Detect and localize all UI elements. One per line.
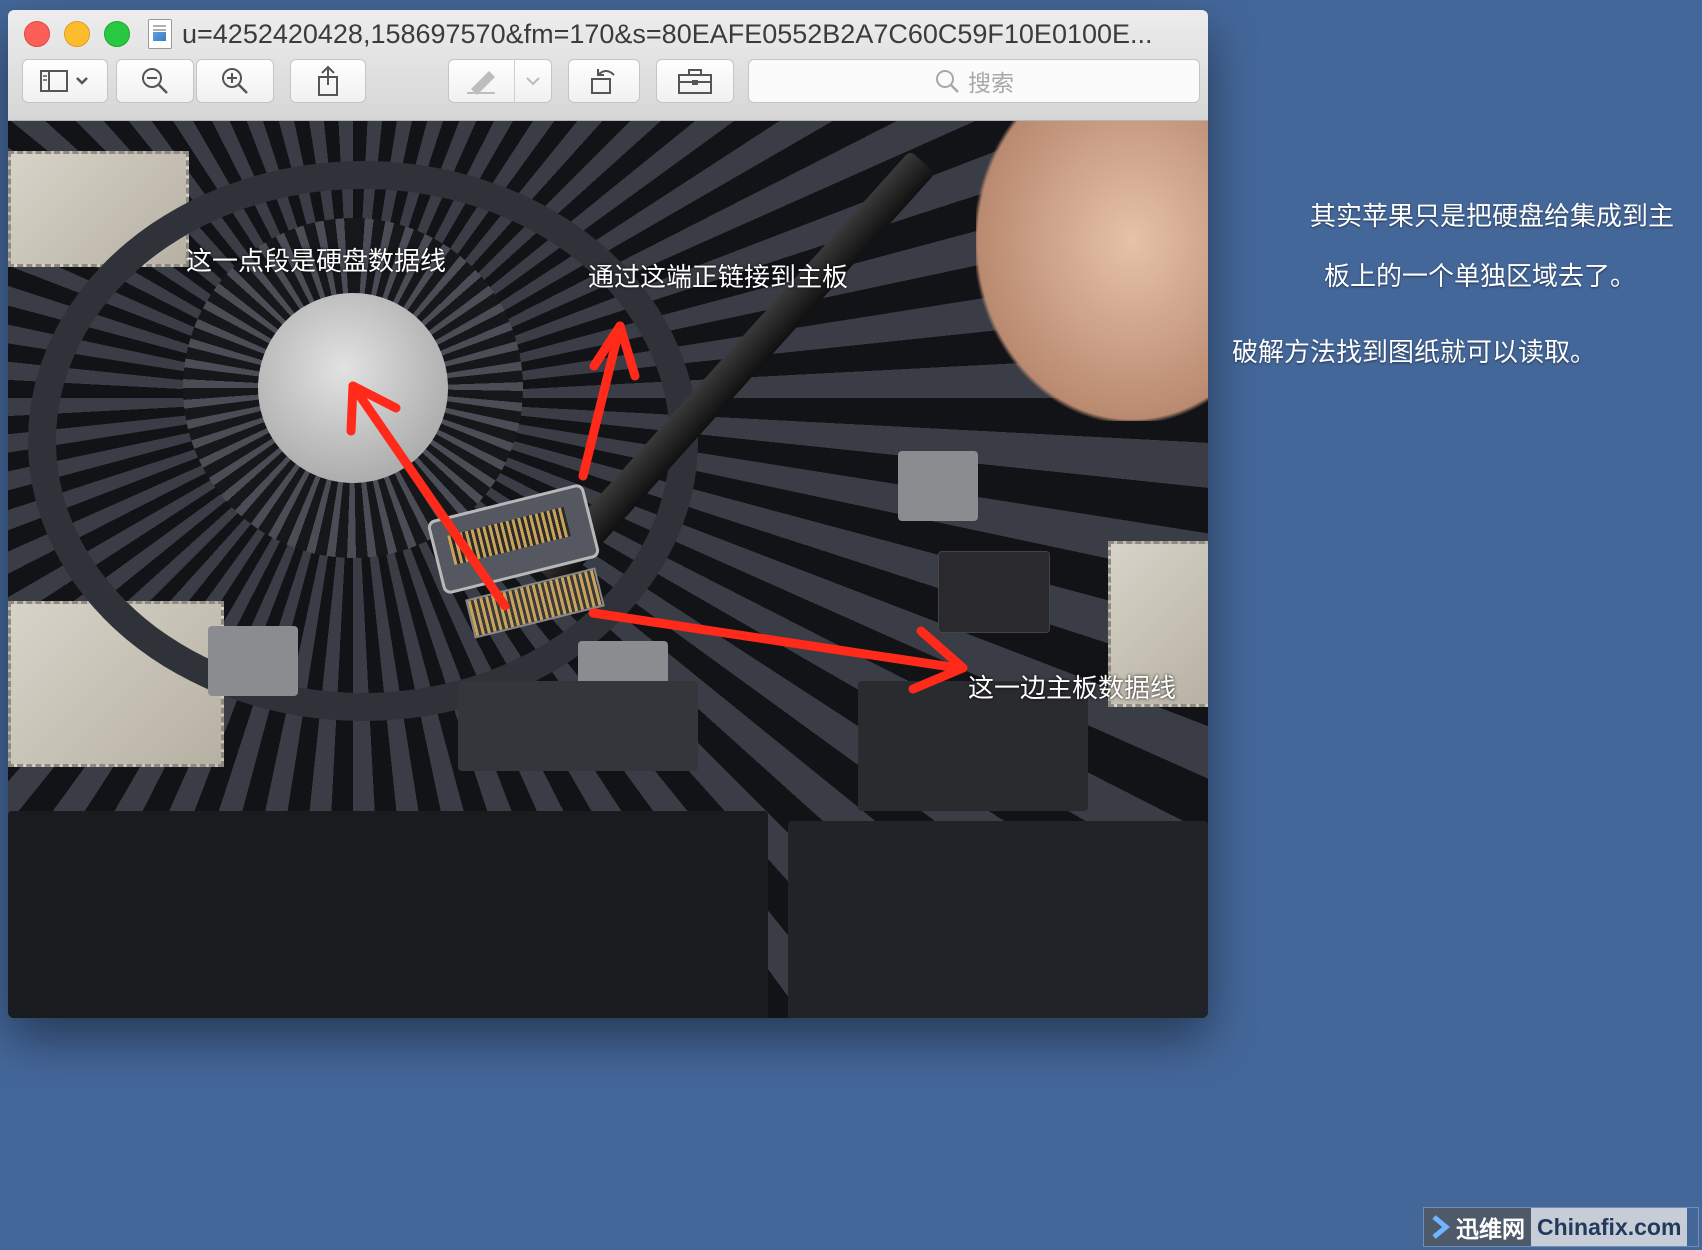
- watermark-left: 迅维网: [1424, 1208, 1531, 1246]
- arrow-to-fan: [348, 381, 510, 611]
- zoom-button[interactable]: [104, 21, 130, 47]
- watermark-left-text: 迅维网: [1456, 1217, 1525, 1243]
- markup-button[interactable]: [448, 59, 552, 103]
- annotation-connector: 通过这端正链接到主板: [588, 263, 849, 293]
- arrow-to-board: [588, 608, 963, 673]
- window-title: u=4252420428,158697570&fm=170&s=80EAFE05…: [182, 19, 1153, 49]
- markup-pen-icon: [466, 71, 495, 95]
- sidebar-toggle-button[interactable]: [22, 59, 108, 103]
- preview-window: u=4252420428,158697570&fm=170&s=80EAFE05…: [8, 10, 1208, 1018]
- rotate-icon: [591, 69, 615, 94]
- search-placeholder: 搜索: [968, 71, 1014, 97]
- annotation-board: 这一边主板数据线: [968, 674, 1177, 704]
- share-button[interactable]: [290, 59, 366, 103]
- chevron-down-icon: [526, 77, 540, 86]
- desktop-note-line3: 破解方法找到图纸就可以读取。: [1232, 338, 1597, 368]
- search-icon: [936, 70, 959, 93]
- zoom-in-button[interactable]: [196, 59, 274, 103]
- zoom-out-button[interactable]: [116, 59, 194, 103]
- share-icon: [318, 65, 338, 96]
- watermark: 迅维网 Chinafix.com: [1424, 1208, 1698, 1246]
- zoom-out-icon: [142, 68, 168, 94]
- zoom-in-icon: [222, 68, 248, 94]
- close-button[interactable]: [24, 21, 50, 47]
- toolbox-button[interactable]: [656, 59, 734, 103]
- desktop-note-line1: 其实苹果只是把硬盘给集成到主: [1310, 202, 1675, 232]
- desktop-note-line2: 板上的一个单独区域去了。: [1324, 262, 1637, 292]
- document-icon: [148, 19, 172, 49]
- annotation-fan: 这一点段是硬盘数据线: [186, 247, 447, 277]
- rotate-button[interactable]: [568, 59, 640, 103]
- title-bar[interactable]: u=4252420428,158697570&fm=170&s=80EAFE05…: [8, 10, 1208, 121]
- search-input[interactable]: 搜索: [748, 59, 1200, 103]
- watermark-right: Chinafix.com: [1531, 1208, 1688, 1246]
- minimize-button[interactable]: [64, 21, 90, 47]
- chevron-right-icon: [1432, 1215, 1450, 1239]
- board-photo: 这一点段是硬盘数据线 通过这端正链接到主板 这一边主板数据线: [8, 121, 1208, 1018]
- toolbox-icon: [678, 69, 712, 94]
- sidebar-icon: [40, 70, 88, 92]
